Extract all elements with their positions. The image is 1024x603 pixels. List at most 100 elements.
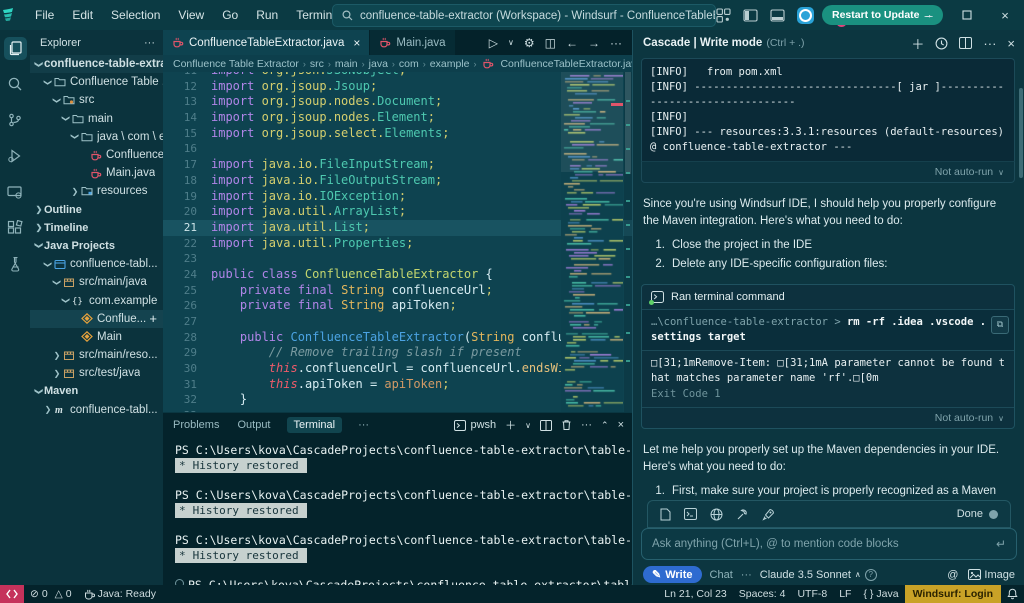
globe-icon[interactable] (710, 508, 723, 521)
cursor-position[interactable]: Ln 21, Col 23 (658, 588, 732, 600)
copy-command-icon[interactable]: ⧉ (991, 316, 1009, 334)
back-icon[interactable]: ← (566, 36, 578, 50)
submit-enter-icon[interactable]: ↵ (996, 537, 1006, 551)
windsurf-login-button[interactable]: Windsurf: Login (905, 585, 1001, 603)
tree-item-outline[interactable]: ❯Outline (30, 201, 163, 219)
breadcrumb-item[interactable]: Confluence Table Extractor (173, 58, 299, 70)
breadcrumb[interactable]: Confluence Table Extractor›src›main›java… (163, 55, 642, 72)
minimize-button[interactable]: – (910, 0, 948, 30)
run-dropdown-icon[interactable]: ∨ (508, 38, 514, 47)
tree-item-maven[interactable]: ❯Maven (30, 382, 163, 400)
tree-item-java-com-ex[interactable]: ❯java \ com \ ex... (30, 128, 163, 146)
customize-layout-icon[interactable] (716, 8, 731, 23)
indentation[interactable]: Spaces: 4 (733, 588, 792, 600)
remote-indicator[interactable] (0, 585, 24, 603)
eol-sequence[interactable]: LF (833, 588, 857, 600)
activity-extensions[interactable] (0, 210, 30, 246)
tree-item-confluencet[interactable]: ConfluenceT... (30, 146, 163, 164)
tree-item-confluence-tabl[interactable]: ❯confluence-tabl... (30, 255, 163, 273)
write-mode-button[interactable]: ✎Write (643, 566, 702, 583)
terminal-content[interactable]: PS C:\Users\kova\CascadeProjects\conflue… (163, 437, 632, 593)
maximize-button[interactable] (948, 0, 986, 30)
tree-item-com-example[interactable]: ❯{}com.example (30, 291, 163, 309)
tree-item-src-test-java[interactable]: ❯src/test/java (30, 364, 163, 382)
new-class-icon[interactable]: + (149, 311, 157, 326)
tree-item-src-main-java[interactable]: ❯src/main/java (30, 273, 163, 291)
close-tab-icon[interactable]: × (353, 36, 360, 50)
cascade-input[interactable]: Ask anything (Ctrl+L), @ to mention code… (641, 528, 1017, 560)
image-button[interactable]: Image (968, 569, 1015, 581)
cascade-scrollbar[interactable] (1019, 60, 1023, 530)
tree-item-timeline[interactable]: ❯Timeline (30, 219, 163, 237)
toggle-panel-icon[interactable] (770, 9, 785, 22)
problems-status[interactable]: ⊘0 △0 (24, 588, 78, 600)
tree-item-src-main-reso[interactable]: ❯src/main/reso... (30, 346, 163, 364)
rocket-icon[interactable] (762, 508, 775, 521)
command-center-search[interactable]: confluence-table-extractor (Workspace) -… (332, 4, 716, 27)
menu-selection[interactable]: Selection (102, 8, 169, 22)
toggle-sidebar-icon[interactable] (743, 9, 758, 22)
terminal-dropdown-icon[interactable]: ∨ (525, 421, 531, 430)
forward-icon[interactable]: → (588, 36, 600, 50)
run-button[interactable]: ▷ (489, 36, 498, 50)
tree-item-main[interactable]: Main (30, 328, 163, 346)
activity-remote-explorer[interactable] (0, 174, 30, 210)
menu-edit[interactable]: Edit (63, 8, 102, 22)
editor-more-icon[interactable]: ··· (610, 36, 622, 50)
tab-output[interactable]: Output (235, 417, 272, 433)
breadcrumb-item[interactable]: ConfluenceTableExtractor.java (500, 58, 642, 70)
tree-item-main[interactable]: ❯main (30, 110, 163, 128)
menu-run[interactable]: Run (247, 8, 287, 22)
chat-mode-button[interactable]: Chat (710, 569, 733, 581)
breadcrumb-item[interactable]: com (399, 58, 419, 70)
breadcrumb-item[interactable]: example (430, 58, 470, 70)
new-chat-icon[interactable]: ＋ (911, 34, 924, 53)
open-in-editor-icon[interactable] (959, 37, 972, 49)
done-toggle[interactable] (989, 510, 998, 519)
history-icon[interactable] (935, 37, 948, 50)
tree-item-confluence-table-extract[interactable]: ❯confluence-table-extract... (30, 55, 163, 73)
notifications-bell-icon[interactable] (1001, 588, 1024, 600)
close-button[interactable]: × (986, 0, 1024, 30)
tree-item-confluence-table[interactable]: ❯Confluence Table ... (30, 73, 163, 91)
tools-icon[interactable] (736, 508, 749, 521)
not-auto-run-2[interactable]: Not auto-run∨ (642, 408, 1014, 428)
tree-item-resources[interactable]: ❯resources (30, 182, 163, 200)
new-terminal-icon[interactable]: ＋ (505, 417, 516, 433)
close-cascade-icon[interactable]: × (1007, 36, 1015, 51)
close-panel-icon[interactable]: × (618, 419, 624, 431)
code-editor[interactable]: 11import org.json.JSONObject;12import or… (163, 72, 632, 412)
breadcrumb-item[interactable]: main (335, 58, 358, 70)
activity-testing[interactable] (0, 246, 30, 282)
activity-source-control[interactable] (0, 102, 30, 138)
maximize-panel-icon[interactable]: ⌃ (601, 420, 609, 431)
menu-view[interactable]: View (169, 8, 213, 22)
language-mode[interactable]: { }Java (857, 588, 904, 600)
tab-terminal[interactable]: Terminal (287, 417, 343, 433)
kill-terminal-icon[interactable] (561, 419, 572, 431)
menu-file[interactable]: File (26, 8, 63, 22)
mention-icon[interactable]: @ (947, 569, 958, 581)
breadcrumb-item[interactable]: java (369, 58, 388, 70)
minimap[interactable] (561, 72, 623, 412)
sidebar-more-icon[interactable]: ··· (144, 37, 155, 49)
editor-tab-confluencetableextractor-java[interactable]: ConfluenceTableExtractor.java× (163, 30, 370, 55)
breadcrumb-item[interactable]: src (310, 58, 324, 70)
not-auto-run-1[interactable]: Not auto-run∨ (641, 161, 1015, 183)
java-status[interactable]: Java: Ready (78, 588, 162, 600)
tree-item-conflue[interactable]: Conflue...+ (30, 310, 163, 328)
panel-tabs-more-icon[interactable]: ··· (356, 417, 371, 433)
tab-problems[interactable]: Problems (171, 417, 221, 433)
panel-more-icon[interactable]: ··· (581, 419, 592, 431)
editor-tab-main-java[interactable]: Main.java (370, 30, 455, 55)
tree-item-main-java[interactable]: Main.java (30, 164, 163, 182)
settings-gear-icon[interactable]: ⚙ (524, 36, 535, 50)
editor-scrollbar[interactable] (624, 72, 632, 412)
shell-selector[interactable]: pwsh (454, 419, 496, 431)
tree-item-src[interactable]: ❯src (30, 91, 163, 109)
tree-item-java-projects[interactable]: ❯Java Projects (30, 237, 163, 255)
activity-run-debug[interactable] (0, 138, 30, 174)
menu-go[interactable]: Go (213, 8, 247, 22)
encoding[interactable]: UTF-8 (791, 588, 833, 600)
model-selector[interactable]: Claude 3.5 Sonnet∧? (760, 569, 877, 581)
